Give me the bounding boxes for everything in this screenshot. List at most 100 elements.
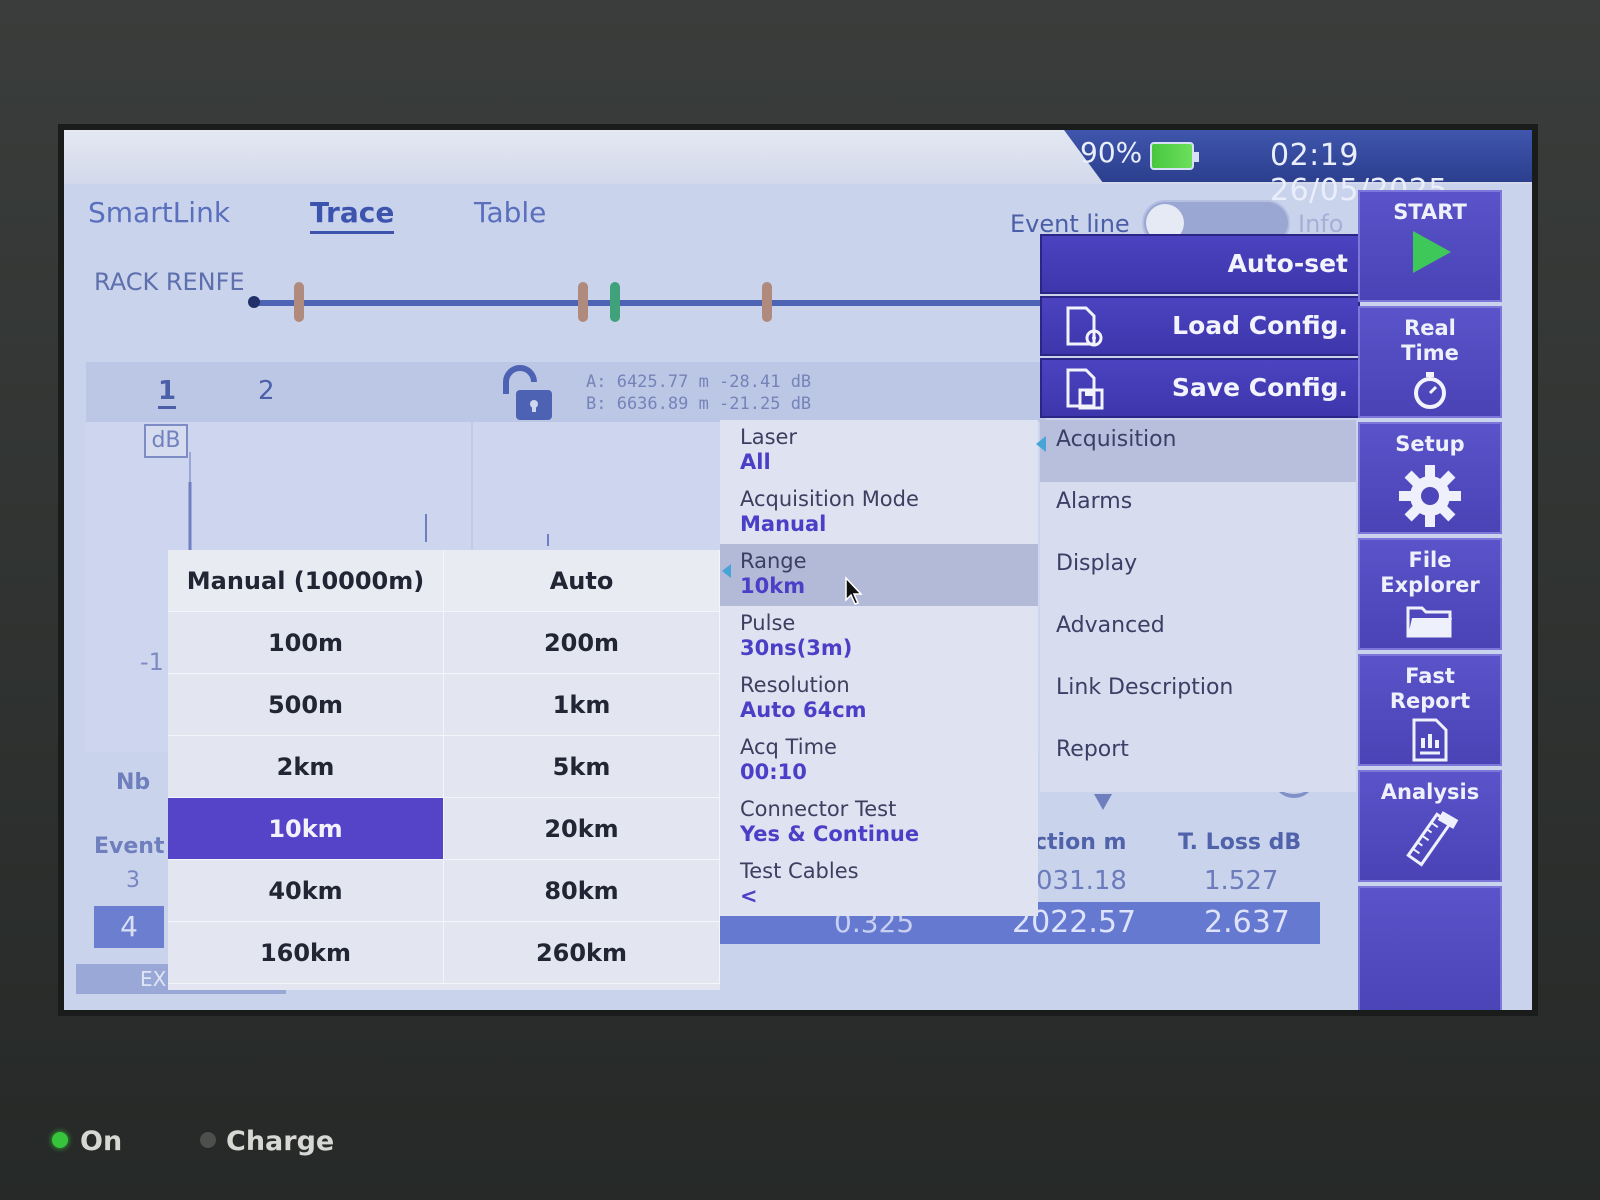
param-acq-time[interactable]: Acq Time 00:10 xyxy=(720,730,1038,792)
battery-icon xyxy=(1150,142,1199,170)
file-explorer-label: File Explorer xyxy=(1380,548,1480,597)
tab-trace[interactable]: Trace xyxy=(310,196,395,234)
param-label: Resolution xyxy=(740,673,850,697)
setup-item-link-description[interactable]: Link Description xyxy=(1040,668,1356,730)
file-explorer-button[interactable]: File Explorer xyxy=(1358,538,1502,650)
range-option-manual[interactable]: Manual (10000m) xyxy=(168,550,444,612)
link-origin-dot xyxy=(248,296,260,308)
setup-label: Setup xyxy=(1395,432,1465,456)
param-label: Pulse xyxy=(740,611,796,635)
range-option[interactable]: 500m xyxy=(168,674,444,736)
setup-item-label: Report xyxy=(1056,737,1129,762)
range-option[interactable]: 40km xyxy=(168,860,444,922)
time: 02:19 xyxy=(1270,138,1359,173)
param-pulse[interactable]: Pulse 30ns(3m) xyxy=(720,606,1038,668)
tab-smartlink[interactable]: SmartLink xyxy=(88,196,230,229)
param-acquisition-mode[interactable]: Acquisition Mode Manual xyxy=(720,482,1038,544)
param-value: < xyxy=(740,884,758,908)
range-option[interactable]: 100m xyxy=(168,612,444,674)
trace-tab-2[interactable]: 2 xyxy=(258,376,275,406)
range-option-auto[interactable]: Auto xyxy=(444,550,720,612)
range-option[interactable]: 5km xyxy=(444,736,720,798)
total-loss-header: T. Loss dB xyxy=(1178,830,1302,855)
save-config-button[interactable]: Save Config. xyxy=(1040,358,1360,418)
setup-item-report[interactable]: Report xyxy=(1040,730,1356,792)
otdr-screen: 90% 02:19 26/05/2025 SmartLink Trace Tab… xyxy=(58,124,1538,1016)
triangle-down-icon xyxy=(1094,794,1112,810)
row-id-selected[interactable]: 4 xyxy=(94,906,164,948)
setup-item-alarms[interactable]: Alarms xyxy=(1040,482,1356,544)
param-connector-test[interactable]: Connector Test Yes & Continue xyxy=(720,792,1038,854)
analysis-label: Analysis xyxy=(1380,780,1480,804)
range-options-grid: Manual (10000m) Auto 100m 200m 500m 1km … xyxy=(168,550,720,990)
load-config-button[interactable]: Load Config. xyxy=(1040,296,1360,356)
link-event-marker[interactable] xyxy=(578,282,588,322)
setup-item-advanced[interactable]: Advanced xyxy=(1040,606,1356,668)
real-time-button[interactable]: Real Time xyxy=(1358,306,1502,418)
param-value: 10km xyxy=(740,574,806,598)
param-value: All xyxy=(740,450,771,474)
export-label: EX xyxy=(140,967,167,991)
param-label: Acquisition Mode xyxy=(740,487,919,511)
auto-set-button[interactable]: Auto-set xyxy=(1040,234,1360,294)
link-event-marker[interactable] xyxy=(610,282,620,322)
link-event-marker[interactable] xyxy=(762,282,772,322)
acquisition-parameters: Laser All Acquisition Mode Manual Range … xyxy=(720,420,1038,916)
empty-sidebar-slot xyxy=(1358,886,1502,1010)
axis-tick-label: -1 xyxy=(140,648,164,676)
unlock-icon[interactable] xyxy=(500,364,556,422)
table-cell: 031.18 xyxy=(1036,866,1127,896)
param-label: Laser xyxy=(740,425,798,449)
smartlink-bar: RACK RENFE xyxy=(94,256,1054,336)
trace-tab-1[interactable]: 1 xyxy=(158,376,177,409)
analysis-button[interactable]: Analysis xyxy=(1358,770,1502,882)
param-test-cables[interactable]: Test Cables < xyxy=(720,854,1038,916)
gear-icon xyxy=(1360,461,1500,536)
fast-report-button[interactable]: Fast Report xyxy=(1358,654,1502,766)
param-value: Manual xyxy=(740,512,827,536)
tab-table[interactable]: Table xyxy=(474,196,546,229)
real-time-label: Real Time xyxy=(1401,316,1459,365)
range-option[interactable]: 20km xyxy=(444,798,720,860)
event-header: Event xyxy=(94,834,165,859)
charge-led-label: Charge xyxy=(226,1126,335,1157)
load-config-label: Load Config. xyxy=(1172,311,1348,340)
range-option[interactable]: 2km xyxy=(168,736,444,798)
stopwatch-icon xyxy=(1360,370,1500,415)
link-event-marker[interactable] xyxy=(294,282,304,322)
param-value: Yes & Continue xyxy=(740,822,920,846)
link-line xyxy=(254,300,1054,306)
param-value: 30ns(3m) xyxy=(740,636,853,660)
param-label: Test Cables xyxy=(740,859,859,883)
setup-item-label: Display xyxy=(1056,551,1138,576)
right-sidebar: START Real Time Setup File Explorer Fast… xyxy=(1354,190,1504,1010)
param-laser[interactable]: Laser All xyxy=(720,420,1038,482)
range-option[interactable]: 200m xyxy=(444,612,720,674)
fast-report-label: Fast Report xyxy=(1389,664,1471,713)
play-icon xyxy=(1360,229,1500,280)
link-name: RACK RENFE xyxy=(94,268,245,296)
setup-menu: Acquisition Alarms Display Advanced Link… xyxy=(1036,420,1356,792)
param-range[interactable]: Range 10km xyxy=(720,544,1038,606)
unit-label: dB xyxy=(144,424,188,458)
auto-set-label: Auto-set xyxy=(1227,249,1348,278)
setup-item-label: Link Description xyxy=(1056,675,1234,700)
setup-item-display[interactable]: Display xyxy=(1040,544,1356,606)
setup-button[interactable]: Setup xyxy=(1358,422,1502,534)
range-option[interactable]: 260km xyxy=(444,922,720,984)
trace-header: 1 2 A: 6425.77 m -28.41 dB B: 6636.89 m … xyxy=(86,362,1046,422)
range-option-selected[interactable]: 10km xyxy=(168,798,444,860)
range-option[interactable]: 1km xyxy=(444,674,720,736)
power-led xyxy=(52,1132,68,1148)
start-button[interactable]: START xyxy=(1358,190,1502,302)
charge-led xyxy=(200,1132,216,1148)
range-option[interactable]: 160km xyxy=(168,922,444,984)
range-option[interactable]: 80km xyxy=(444,860,720,922)
report-icon xyxy=(1360,718,1500,767)
param-resolution[interactable]: Resolution Auto 64cm xyxy=(720,668,1038,730)
param-value: 00:10 xyxy=(740,760,807,784)
setup-item-label: Advanced xyxy=(1056,613,1165,638)
setup-item-label: Alarms xyxy=(1056,489,1133,514)
ruler-icon xyxy=(1360,809,1500,876)
table-cell: 1.527 xyxy=(1204,866,1279,896)
